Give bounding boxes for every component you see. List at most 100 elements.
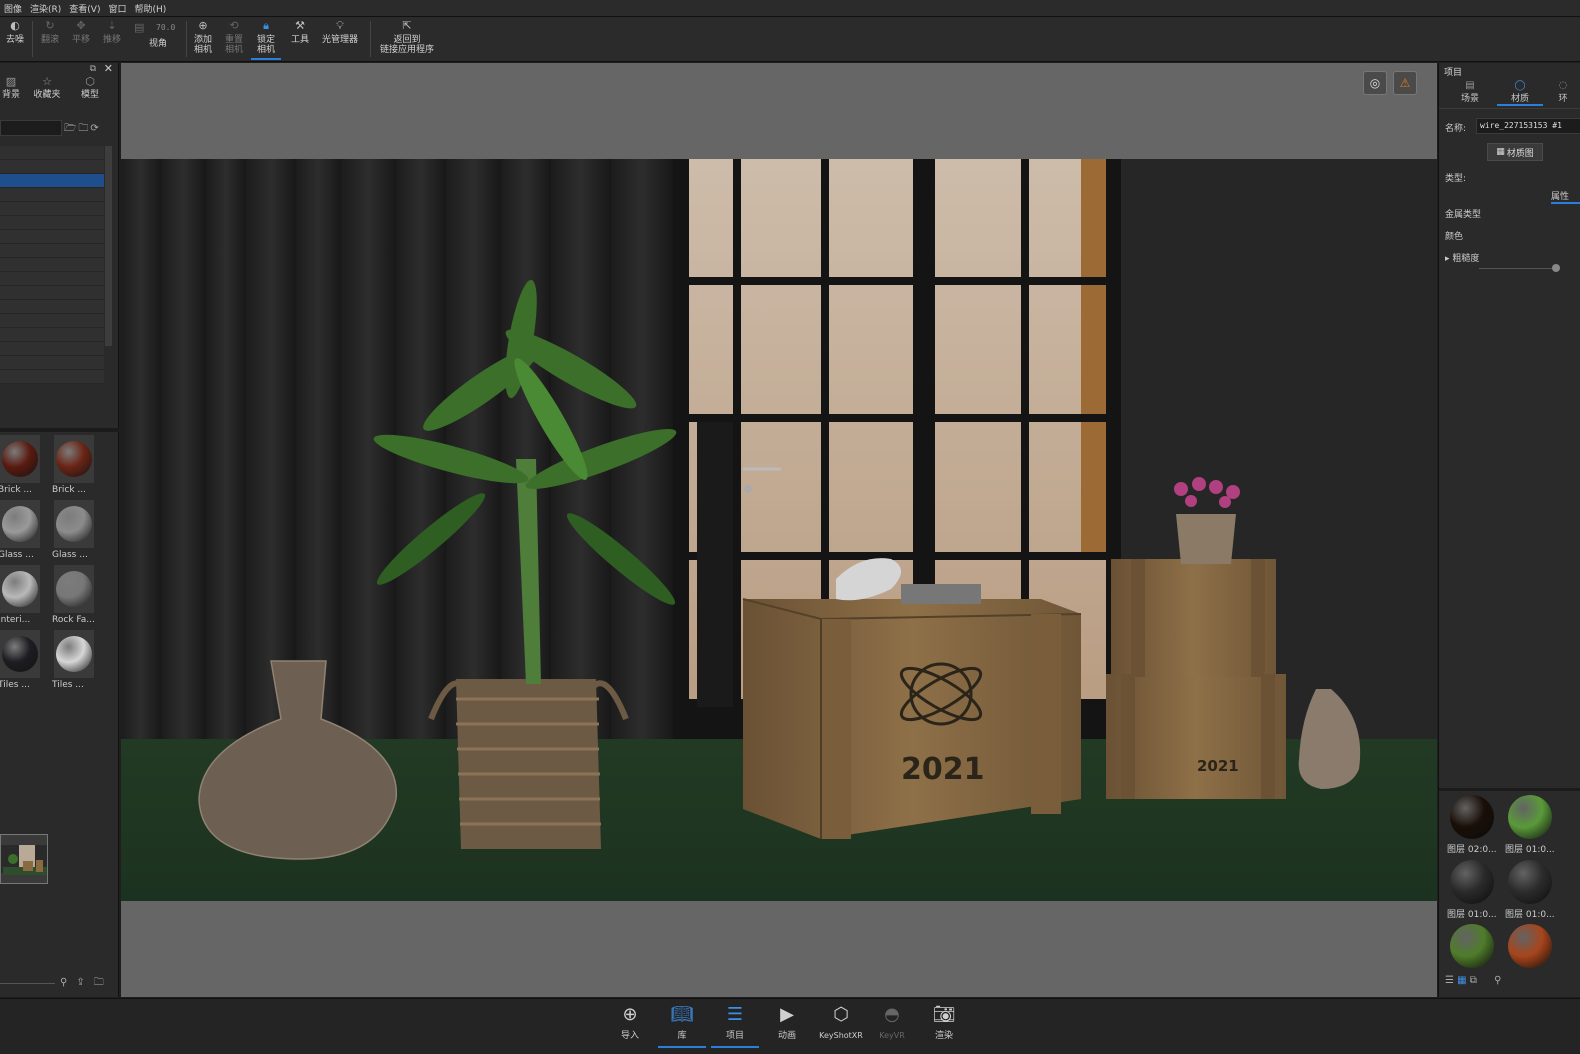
tree-row[interactable]: [0, 216, 104, 230]
close-icon[interactable]: ✕: [104, 62, 113, 75]
denoise-button[interactable]: ◐ 去噪: [4, 19, 26, 60]
warning-icon[interactable]: ⚠: [1393, 71, 1417, 95]
tab-material[interactable]: ◯ 材质: [1497, 81, 1543, 106]
tree-view-icon[interactable]: ⧉: [1470, 975, 1477, 986]
tree-row[interactable]: [0, 272, 104, 286]
menu-view[interactable]: 查看(V): [65, 2, 104, 15]
scene-material[interactable]: 图层 01:0...: [1501, 856, 1557, 920]
list-view-icon[interactable]: ☰: [1445, 975, 1454, 986]
menu-window[interactable]: 窗口: [104, 2, 130, 15]
globe-settings-icon[interactable]: ◎: [1363, 71, 1387, 95]
tree-row[interactable]: [0, 314, 104, 328]
tree-row[interactable]: [0, 230, 104, 244]
folder-add-icon[interactable]: 🗀: [78, 123, 90, 134]
zoom-icon[interactable]: ⚲: [60, 977, 76, 988]
menu-image[interactable]: 图像: [0, 2, 26, 15]
tree-row[interactable]: [0, 258, 104, 272]
tab-backgrounds[interactable]: ▨ 背景: [0, 76, 22, 107]
keyvr-button[interactable]: ◓ KeyVR: [868, 1002, 916, 1048]
project-button[interactable]: ☰ 项目: [711, 1002, 759, 1048]
play-circle-icon: ▶: [780, 1004, 794, 1025]
toolbar-divider: [32, 21, 33, 57]
material-thumb[interactable]: Rock Fa...: [52, 565, 98, 629]
menu-render[interactable]: 渲染(R): [26, 2, 65, 15]
render-thumbnail[interactable]: [0, 834, 48, 884]
light-bulb-icon: 💡︎: [336, 19, 344, 32]
roughness-row[interactable]: ▸ 粗糙度: [1445, 251, 1479, 264]
material-thumb[interactable]: Tiles ...: [52, 630, 98, 694]
tree-row[interactable]: [0, 286, 104, 300]
keyshotxr-label: KeyShotXR: [819, 1031, 863, 1040]
folder-icon[interactable]: 🗀: [94, 977, 113, 988]
tree-row[interactable]: [0, 342, 104, 356]
tab-models-label: 模型: [80, 90, 99, 100]
reset-camera-button[interactable]: ⟲ 重置 相机: [221, 19, 247, 60]
animation-label: 动画: [777, 1031, 796, 1041]
material-thumb[interactable]: Brick ...: [0, 435, 44, 499]
menu-help[interactable]: 帮助(H): [131, 2, 171, 15]
grid-view-icon[interactable]: ▦: [1457, 975, 1466, 986]
material-name-input[interactable]: wire_227153153 #1: [1476, 118, 1580, 134]
undock-icon[interactable]: ⧉: [90, 64, 96, 74]
dolly-button[interactable]: ⇣ 推移: [100, 19, 124, 60]
tree-row[interactable]: [0, 300, 104, 314]
material-icon: ◯: [1514, 80, 1526, 91]
fov-value[interactable]: 70.0: [156, 23, 175, 32]
tree-row-selected[interactable]: [0, 174, 104, 188]
scene-icon: ▤: [1465, 80, 1475, 91]
material-thumb[interactable]: Glass ...: [0, 500, 44, 564]
render-button[interactable]: 📷︎ 渲染: [920, 1002, 968, 1048]
tumble-button[interactable]: ↻ 翻滚: [38, 19, 62, 60]
panel-splitter[interactable]: [0, 428, 119, 432]
return-to-app-button[interactable]: ⇱ 返回到 链接应用程序: [376, 19, 438, 60]
animation-button[interactable]: ▶ 动画: [763, 1002, 811, 1048]
scene-material[interactable]: 图层 01:0...: [1443, 856, 1499, 920]
tree-row[interactable]: [0, 356, 104, 370]
tab-models[interactable]: ⬡ 模型: [72, 76, 108, 107]
material-graph-label: 材质图: [1506, 148, 1534, 159]
library-folder-tree: [0, 146, 104, 406]
keyshotxr-button[interactable]: ⬡ KeyShotXR: [815, 1002, 867, 1048]
type-tab-properties[interactable]: 属性: [1551, 189, 1580, 204]
tree-row[interactable]: [0, 188, 104, 202]
tree-row[interactable]: [0, 244, 104, 258]
tree-scrollbar[interactable]: [105, 146, 112, 346]
folder-open-icon[interactable]: 🗁: [64, 123, 78, 134]
material-graph-button[interactable]: ▦ 材质图: [1487, 143, 1543, 161]
scene-material[interactable]: 图层 01:0...: [1501, 791, 1557, 855]
material-sphere: [56, 506, 92, 542]
material-thumb[interactable]: Brick ...: [52, 435, 98, 499]
material-thumb[interactable]: Interi...: [0, 565, 44, 629]
upload-icon[interactable]: ⇪: [76, 977, 93, 988]
add-camera-button[interactable]: ⊕ 添加 相机: [190, 19, 216, 60]
tab-favorites[interactable]: ☆ 收藏夹: [22, 76, 72, 107]
roughness-slider[interactable]: [1479, 268, 1557, 269]
zoom-icon[interactable]: ⚲: [1494, 975, 1501, 986]
tab-scene[interactable]: ▤ 场景: [1447, 80, 1493, 105]
scene-material-sphere: [1508, 860, 1552, 904]
tree-row[interactable]: [0, 328, 104, 342]
material-thumb[interactable]: Glass ...: [52, 500, 98, 564]
refresh-icon[interactable]: ⟳: [90, 123, 100, 134]
pan-button[interactable]: ✥ 平移: [69, 19, 93, 60]
scene-material[interactable]: [1443, 920, 1499, 982]
toolbar-divider: [186, 21, 187, 57]
library-button[interactable]: 📖︎ 库: [658, 1002, 706, 1048]
tab-backgrounds-label: 背景: [1, 90, 20, 100]
tree-row[interactable]: [0, 160, 104, 174]
import-button[interactable]: ⊕ 导入: [606, 1002, 654, 1048]
roughness-slider-handle[interactable]: [1552, 264, 1560, 272]
material-thumb[interactable]: Tiles ...: [0, 630, 44, 694]
scene-material[interactable]: 图层 02:0...: [1443, 791, 1499, 855]
tree-row[interactable]: [0, 202, 104, 216]
render-viewport[interactable]: ◎ ⚠ 2021 2021: [121, 63, 1437, 997]
scene-material[interactable]: [1501, 920, 1557, 982]
tools-button[interactable]: ⚒ 工具: [287, 19, 313, 60]
lock-camera-button[interactable]: 🔒︎ 锁定 相机: [251, 19, 281, 60]
light-manager-button[interactable]: 💡︎ 光管理器: [318, 19, 362, 60]
tab-environment[interactable]: ◌ 环: [1543, 81, 1580, 104]
tree-row[interactable]: [0, 146, 104, 160]
library-search-input[interactable]: [0, 120, 62, 136]
thumb-size-slider[interactable]: [0, 983, 55, 984]
tree-row[interactable]: [0, 370, 104, 384]
